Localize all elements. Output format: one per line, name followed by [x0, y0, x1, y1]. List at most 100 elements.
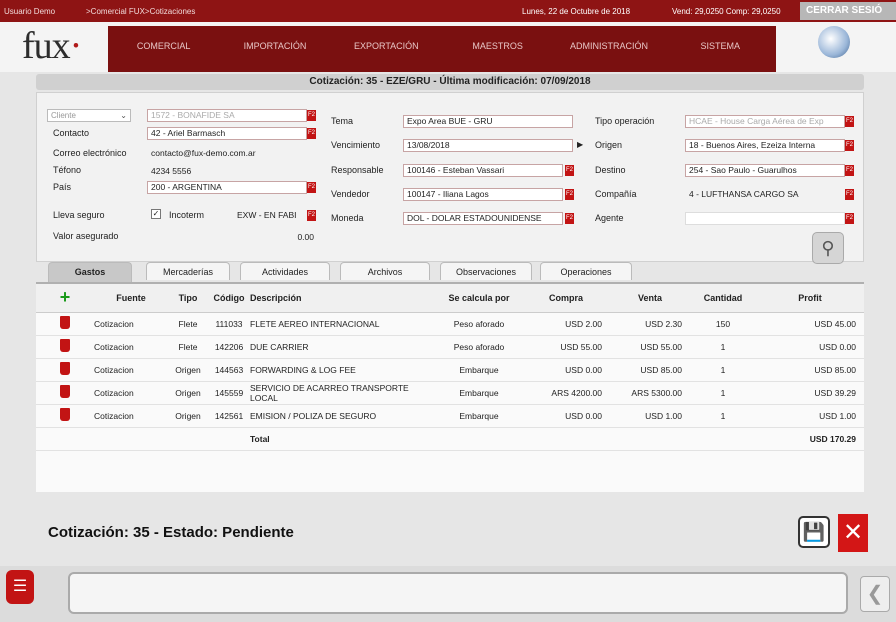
cell-descripcion: SERVICIO DE ACARREO TRANSPORTE LOCAL	[250, 381, 436, 405]
trash-icon[interactable]	[60, 339, 70, 352]
col-descripcion[interactable]: Descripción	[250, 284, 436, 313]
delete-row-button[interactable]	[36, 312, 94, 336]
back-button[interactable]: ❮	[860, 576, 890, 612]
breadcrumb[interactable]: >Comercial FUX>Cotizaciones	[86, 7, 195, 16]
fux-logo[interactable]: fux·	[22, 24, 82, 68]
save-button[interactable]: 💾	[798, 516, 830, 548]
col-compra[interactable]: Compra	[522, 284, 610, 313]
close-button[interactable]: ✕	[838, 514, 868, 552]
table-row[interactable]: Cotizacion Origen 144563 FORWARDING & LO…	[36, 358, 864, 382]
company-field[interactable]: 4 - LUFTHANSA CARGO SA	[685, 188, 845, 201]
seller-field[interactable]: 100147 - Iliana Lagos	[403, 188, 563, 201]
close-icon: ✕	[842, 519, 864, 546]
cell-tipo: Flete	[168, 335, 208, 359]
menu-button[interactable]: ☰	[6, 570, 34, 604]
responsible-lookup-icon[interactable]: F2	[565, 165, 574, 176]
table-row[interactable]: Cotizacion Origen 145559 SERVICIO DE ACA…	[36, 381, 864, 405]
logo-text: fux	[22, 25, 71, 67]
cell-calcula: Peso aforado	[436, 335, 522, 359]
due-date-field[interactable]: 13/08/2018	[403, 139, 573, 152]
nav-comercial[interactable]: COMERCIAL	[108, 26, 219, 72]
cell-cantidad: 1	[690, 335, 756, 359]
cell-tipo: Origen	[168, 358, 208, 382]
cell-fuente: Cotizacion	[94, 335, 168, 359]
destination-field[interactable]: 254 - Sao Paulo - Guarulhos	[685, 164, 845, 177]
tab-archivos[interactable]: Archivos	[340, 262, 430, 280]
cell-fuente: Cotizacion	[94, 404, 168, 428]
nav-administracion[interactable]: ADMINISTRACIÓN	[553, 26, 664, 72]
col-tipo[interactable]: Tipo	[168, 284, 208, 313]
operation-type-lookup-icon[interactable]: F2	[845, 116, 854, 127]
client-field[interactable]: 1572 - BONAFIDE SA	[147, 109, 307, 122]
tab-operaciones[interactable]: Operaciones	[540, 262, 632, 280]
table-row[interactable]: Cotizacion Flete 111033 FLETE AEREO INTE…	[36, 312, 864, 336]
delete-row-button[interactable]	[36, 381, 94, 405]
operation-type-field[interactable]: HCAE - House Carga Aérea de Exp	[685, 115, 845, 128]
trash-icon[interactable]	[60, 362, 70, 375]
phone-field[interactable]: 4234 5556	[147, 165, 317, 178]
trash-icon[interactable]	[60, 408, 70, 421]
insured-value-field[interactable]: 0.00	[237, 231, 317, 244]
col-codigo[interactable]: Código	[208, 284, 250, 313]
incoterm-lookup-icon[interactable]: F2	[307, 210, 316, 221]
delete-row-button[interactable]	[36, 335, 94, 359]
country-field[interactable]: 200 - ARGENTINA	[147, 181, 307, 194]
col-fuente[interactable]: Fuente	[94, 284, 168, 313]
operation-type-label: Tipo operación	[595, 116, 655, 126]
company-label: Compañía	[595, 189, 637, 199]
email-field[interactable]: contacto@fux-demo.com.ar	[147, 147, 317, 160]
nav-maestros[interactable]: MAESTROS	[442, 26, 553, 72]
exchange-rates: Vend: 29,0250 Comp: 29,0250	[672, 6, 781, 16]
delete-row-button[interactable]	[36, 358, 94, 382]
contact-lookup-icon[interactable]: F2	[307, 128, 316, 139]
logout-button[interactable]: CERRAR SESIÓ	[800, 2, 896, 20]
cell-cantidad: 1	[690, 358, 756, 382]
nav-importacion[interactable]: IMPORTACIÓN	[219, 26, 330, 72]
incoterm-field[interactable]: EXW - EN FABI	[233, 209, 307, 222]
col-calcula[interactable]: Se calcula por	[436, 284, 522, 313]
tab-gastos[interactable]: Gastos	[48, 262, 132, 282]
app-window: Usuario Demo >Comercial FUX>Cotizaciones…	[0, 0, 896, 622]
top-bar: Usuario Demo >Comercial FUX>Cotizaciones…	[0, 0, 896, 22]
agent-label: Agente	[595, 213, 624, 223]
add-row-button[interactable]: +	[36, 284, 94, 313]
nav-sistema[interactable]: SISTEMA	[665, 26, 776, 72]
cell-compra: USD 0.00	[522, 358, 610, 382]
seller-lookup-icon[interactable]: F2	[565, 189, 574, 200]
tab-observaciones[interactable]: Observaciones	[440, 262, 532, 280]
cell-cantidad: 150	[690, 312, 756, 336]
tab-actividades[interactable]: Actividades	[240, 262, 330, 280]
col-profit[interactable]: Profit	[756, 284, 864, 313]
agent-lookup-icon[interactable]: F2	[845, 213, 854, 224]
cell-profit: USD 85.00	[756, 358, 864, 382]
client-lookup-icon[interactable]: F2	[307, 110, 316, 121]
globe-icon[interactable]	[818, 26, 850, 58]
nav-exportacion[interactable]: EXPORTACIÓN	[331, 26, 442, 72]
destination-lookup-icon[interactable]: F2	[845, 165, 854, 176]
plus-icon[interactable]: +	[60, 287, 71, 307]
origin-lookup-icon[interactable]: F2	[845, 140, 854, 151]
table-row[interactable]: Cotizacion Flete 142206 DUE CARRIER Peso…	[36, 335, 864, 359]
contact-field[interactable]: 42 - Ariel Barmasch	[147, 127, 307, 140]
subject-field[interactable]: Expo Area BUE - GRU	[403, 115, 573, 128]
col-venta[interactable]: Venta	[610, 284, 690, 313]
col-cantidad[interactable]: Cantidad	[690, 284, 756, 313]
currency-field[interactable]: DOL - DOLAR ESTADOUNIDENSE	[403, 212, 563, 225]
origin-field[interactable]: 18 - Buenos Aires, Ezeiza Interna	[685, 139, 845, 152]
company-lookup-icon[interactable]: F2	[845, 189, 854, 200]
responsible-field[interactable]: 100146 - Esteban Vassari	[403, 164, 563, 177]
calendar-arrow-icon[interactable]: ▶	[577, 140, 583, 149]
email-label: Correo electrónico	[53, 148, 127, 158]
search-icon[interactable]: ⚲	[812, 232, 844, 264]
tab-mercaderias[interactable]: Mercaderías	[146, 262, 230, 280]
trash-icon[interactable]	[60, 385, 70, 398]
country-lookup-icon[interactable]: F2	[307, 182, 316, 193]
currency-lookup-icon[interactable]: F2	[565, 213, 574, 224]
client-type-select[interactable]: Cliente ⌄	[47, 109, 131, 122]
insurance-checkbox[interactable]: ✓	[151, 209, 161, 219]
insured-value-label: Valor asegurado	[53, 231, 119, 241]
trash-icon[interactable]	[60, 316, 70, 329]
agent-field[interactable]	[685, 212, 845, 225]
table-row[interactable]: Cotizacion Origen 142561 EMISION / POLIZ…	[36, 404, 864, 428]
delete-row-button[interactable]	[36, 404, 94, 428]
